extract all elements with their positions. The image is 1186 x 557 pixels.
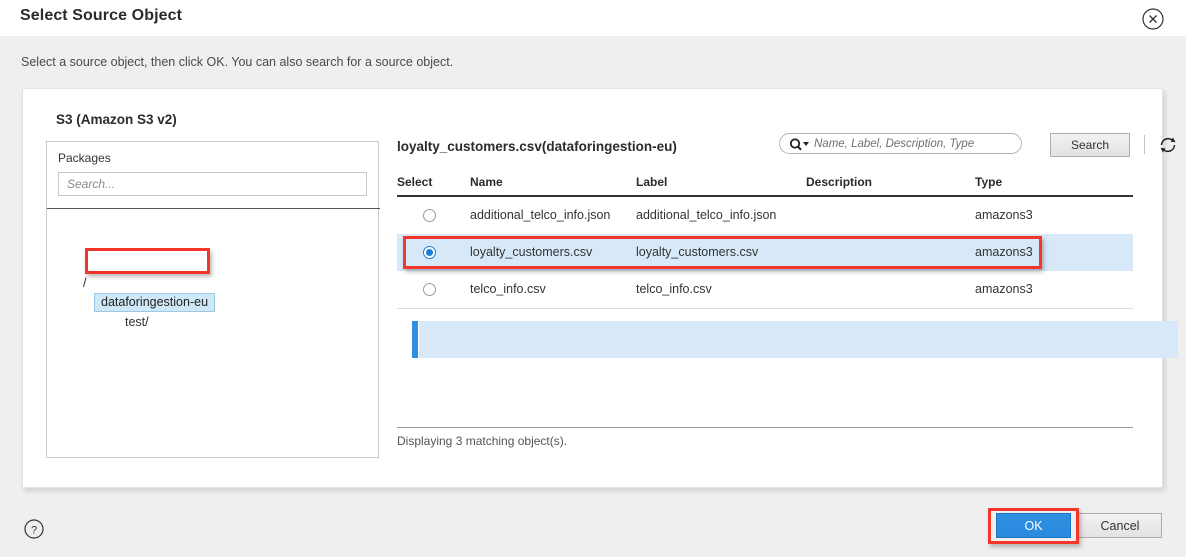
row-radio-button[interactable] xyxy=(423,283,436,296)
cell-name: loyalty_customers.csv xyxy=(470,245,592,259)
search-button[interactable]: Search xyxy=(1050,133,1130,157)
table-body: additional_telco_info.json additional_te… xyxy=(397,197,1133,308)
cell-name: telco_info.csv xyxy=(470,282,546,296)
table-row[interactable]: loyalty_customers.csv loyalty_customers.… xyxy=(397,234,1133,271)
packages-label: Packages xyxy=(58,151,111,165)
objects-table: Select Name Label Description Type addit… xyxy=(397,171,1133,308)
tree-body: / dataforingestion-eu test/ xyxy=(47,209,380,458)
cell-type: amazons3 xyxy=(975,282,1033,296)
connection-title: S3 (Amazon S3 v2) xyxy=(56,112,177,127)
help-circle-icon[interactable]: ? xyxy=(23,518,45,540)
tree-node-dataforingestion-eu[interactable]: dataforingestion-eu xyxy=(94,293,215,312)
cell-label: loyalty_customers.csv xyxy=(636,245,758,259)
select-source-object-dialog: Select Source Object Select a source obj… xyxy=(0,0,1186,557)
column-header-name: Name xyxy=(470,175,503,189)
instruction-text: Select a source object, then click OK. Y… xyxy=(21,55,453,69)
cancel-button[interactable]: Cancel xyxy=(1078,513,1162,538)
table-bottom-divider xyxy=(397,308,1133,309)
refresh-icon[interactable] xyxy=(1157,134,1179,156)
status-text: Displaying 3 matching object(s). xyxy=(397,434,567,448)
toolbar-divider xyxy=(1144,135,1145,154)
dialog-content-panel: S3 (Amazon S3 v2) Packages / dataforinge… xyxy=(22,88,1163,488)
table-footer-divider xyxy=(397,427,1133,428)
table-row[interactable]: telco_info.csv telco_info.csv amazons3 xyxy=(397,271,1133,308)
ok-button[interactable]: OK xyxy=(996,513,1071,538)
tree-node-test[interactable]: test/ xyxy=(125,315,149,329)
cell-label: telco_info.csv xyxy=(636,282,712,296)
object-search-input[interactable] xyxy=(814,135,1014,152)
cell-name: additional_telco_info.json xyxy=(470,208,610,222)
column-header-label: Label xyxy=(636,175,667,189)
column-header-type: Type xyxy=(975,175,1002,189)
table-row[interactable]: additional_telco_info.json additional_te… xyxy=(397,197,1133,234)
table-header-row: Select Name Label Description Type xyxy=(397,171,1133,197)
tree-root-node[interactable]: / xyxy=(83,276,86,290)
selected-object-title: loyalty_customers.csv(dataforingestion-e… xyxy=(397,139,677,154)
svg-text:?: ? xyxy=(31,524,37,536)
selected-row-highlight xyxy=(419,321,1178,358)
cell-label: additional_telco_info.json xyxy=(636,208,776,222)
column-header-description: Description xyxy=(806,175,872,189)
packages-tree-panel: Packages / dataforingestion-eu test/ xyxy=(46,141,379,458)
row-radio-button[interactable] xyxy=(423,246,436,259)
selected-row-edge-marker xyxy=(412,321,418,358)
column-header-select: Select xyxy=(397,175,432,189)
close-icon[interactable] xyxy=(1140,6,1166,32)
page-title: Select Source Object xyxy=(20,7,182,25)
packages-search-input[interactable] xyxy=(58,172,367,196)
dialog-title-bar: Select Source Object xyxy=(0,0,1186,36)
cell-type: amazons3 xyxy=(975,208,1033,222)
cell-type: amazons3 xyxy=(975,245,1033,259)
row-radio-button[interactable] xyxy=(423,209,436,222)
object-search-field[interactable] xyxy=(779,133,1022,154)
search-magnifier-icon xyxy=(789,137,811,157)
